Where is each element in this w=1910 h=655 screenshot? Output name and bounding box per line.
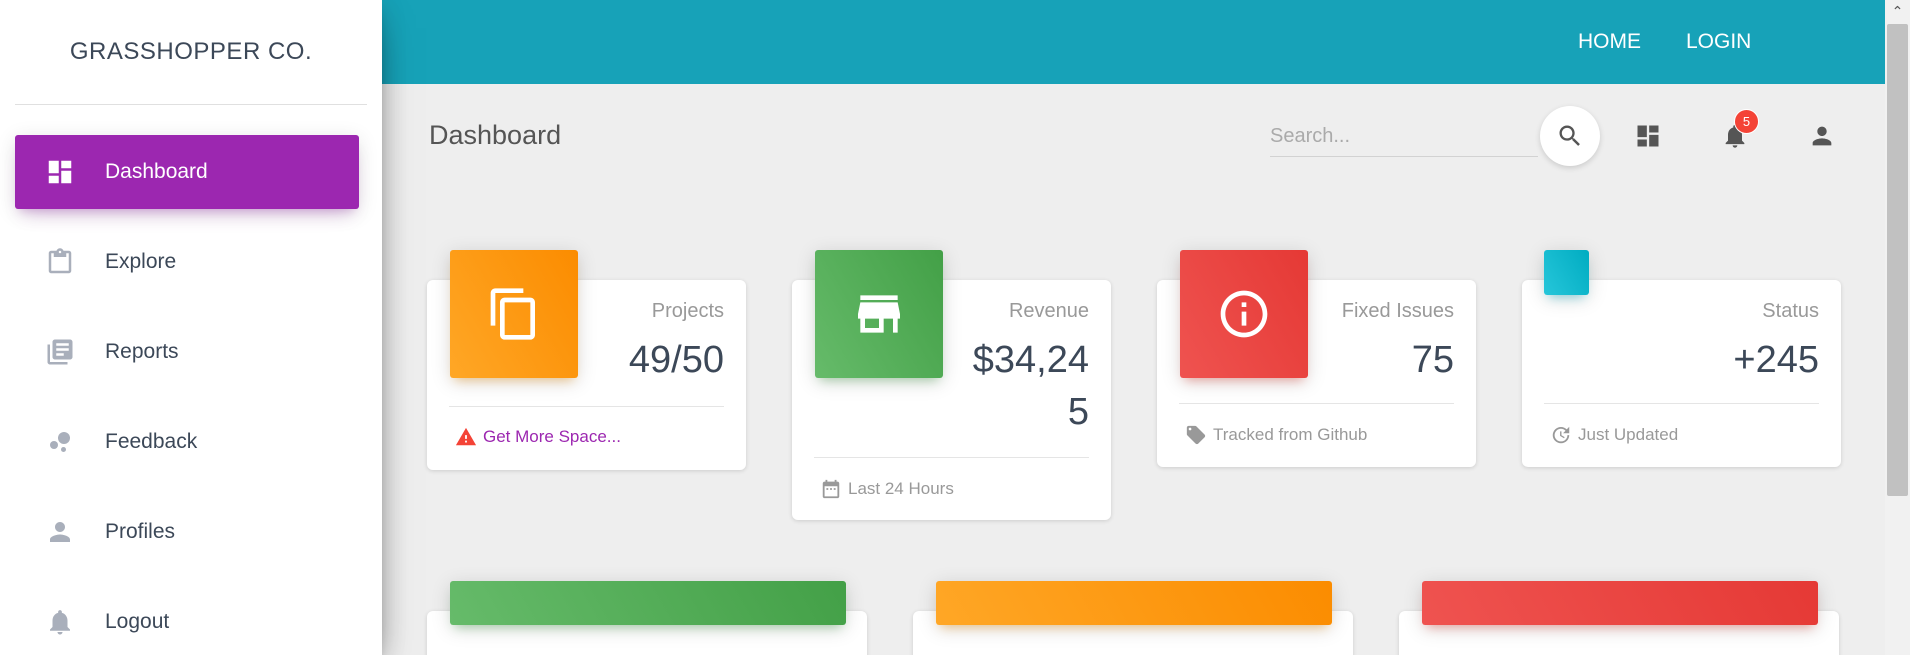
- sidebar-item-label: Explore: [105, 250, 177, 273]
- sidebar-item-profiles[interactable]: Profiles: [15, 495, 359, 569]
- card-footer: Tracked from Github: [1185, 424, 1367, 446]
- brand-logo[interactable]: GRASSHOPPER CO.: [15, 0, 367, 105]
- warning-icon: [455, 427, 477, 446]
- chart-header-green: [450, 581, 846, 625]
- scrollbar-thumb[interactable]: [1887, 24, 1908, 496]
- user-profile-button[interactable]: [1806, 120, 1838, 152]
- person-icon: [45, 517, 75, 547]
- card-value-line: $34,24: [972, 339, 1089, 381]
- page-scrollbar[interactable]: ⌃: [1885, 0, 1910, 655]
- notifications-icon: [45, 607, 75, 637]
- stat-card-status: Status +245 Just Updated: [1522, 250, 1841, 467]
- card-icon-box: [815, 250, 943, 378]
- calendar-icon: [822, 479, 840, 499]
- sidebar-item-dashboard[interactable]: Dashboard: [15, 135, 359, 209]
- person-icon: [1812, 126, 1832, 146]
- sidebar-item-feedback[interactable]: Feedback: [15, 405, 359, 479]
- card-category: Status: [1762, 300, 1819, 322]
- content-copy-icon: [490, 288, 535, 340]
- card-value: 75: [1411, 339, 1454, 381]
- search-icon: [1559, 125, 1580, 146]
- card-divider: [1544, 403, 1819, 404]
- library-books-icon: [45, 337, 75, 367]
- chart-header-orange: [936, 581, 1332, 625]
- search-input[interactable]: [1270, 117, 1538, 157]
- stat-card-revenue: Revenue $34,24 5 Last 24 Hours: [792, 250, 1111, 520]
- card-value: +245: [1733, 339, 1819, 381]
- sidebar: GRASSHOPPER CO. Dashboard Explore Report…: [0, 0, 382, 655]
- top-navbar: HOME LOGIN: [382, 0, 1885, 84]
- dashboard-icon: [45, 157, 75, 187]
- card-value: 49/50: [628, 339, 724, 381]
- sidebar-item-label: Feedback: [105, 430, 198, 453]
- card-divider: [1179, 403, 1454, 404]
- card-category: Fixed Issues: [1341, 300, 1454, 322]
- stat-card-fixed-issues: Fixed Issues 75 Tracked from Github: [1157, 250, 1476, 467]
- page-title: Dashboard: [429, 120, 562, 150]
- card-value: $34,24 5: [973, 334, 1089, 438]
- card-footer: Last 24 Hours: [820, 478, 954, 500]
- sidebar-item-reports[interactable]: Reports: [15, 315, 359, 389]
- card-footer-text: Last 24 Hours: [848, 479, 954, 498]
- stat-card-projects: Projects 49/50 Get More Space...: [427, 250, 746, 470]
- card-category: Revenue: [1008, 300, 1089, 322]
- card-icon-box: [1180, 250, 1308, 378]
- notification-badge: 5: [1734, 109, 1759, 134]
- sidebar-item-label: Profiles: [105, 520, 176, 543]
- update-icon: [1552, 426, 1570, 444]
- card-footer-text: Just Updated: [1578, 425, 1679, 444]
- nav-link-login[interactable]: LOGIN: [1686, 0, 1751, 84]
- card-footer: Get More Space...: [455, 426, 621, 448]
- chart-header-red: [1422, 581, 1818, 625]
- tag-icon: [1186, 425, 1206, 445]
- card-value-line: 5: [1067, 391, 1089, 433]
- dashboard-icon: [1637, 125, 1659, 147]
- sidebar-item-label: Dashboard: [105, 160, 208, 183]
- sidebar-item-label: Reports: [105, 340, 179, 363]
- nav-link-home[interactable]: HOME: [1578, 0, 1641, 84]
- clipboard-icon: [45, 247, 75, 277]
- card-icon-box: [450, 250, 578, 378]
- card-icon-box: [1544, 250, 1589, 295]
- sidebar-item-explore[interactable]: Explore: [15, 225, 359, 299]
- card-footer-text: Tracked from Github: [1213, 425, 1368, 444]
- bubble-chart-icon: [45, 427, 75, 457]
- search-button[interactable]: [1540, 106, 1600, 166]
- sidebar-item-label: Logout: [105, 610, 170, 633]
- store-icon: [858, 295, 900, 333]
- card-divider: [449, 406, 724, 407]
- card-divider: [814, 457, 1089, 458]
- scroll-up-arrow-icon[interactable]: ⌃: [1885, 0, 1910, 22]
- info-icon: [1220, 290, 1268, 338]
- card-category: Projects: [651, 300, 724, 322]
- sidebar-item-logout[interactable]: Logout: [15, 585, 359, 655]
- dashboard-shortcut-button[interactable]: [1632, 120, 1664, 152]
- get-more-space-link[interactable]: Get More Space...: [483, 427, 621, 447]
- card-footer: Just Updated: [1550, 424, 1678, 446]
